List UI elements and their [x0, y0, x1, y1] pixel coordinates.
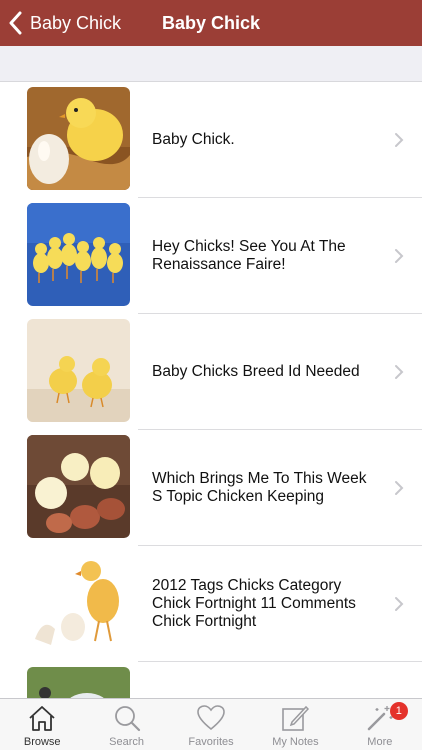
- screen: Baby Chick Baby Chick Baby Chick. Hey Ch…: [0, 0, 422, 750]
- tab-more[interactable]: 1 More: [338, 699, 422, 750]
- home-icon: [29, 706, 55, 731]
- thumbnail-image: [27, 203, 130, 306]
- thumbnail-image: [27, 87, 130, 190]
- tab-browse[interactable]: Browse: [0, 699, 84, 750]
- chevron-right-icon: [395, 365, 404, 379]
- chevron-right-icon: [395, 481, 404, 495]
- notification-badge: 1: [389, 702, 408, 720]
- navigation-bar: Baby Chick Baby Chick: [0, 0, 422, 46]
- page-title: Baby Chick: [161, 13, 261, 33]
- tab-browse-label: Browse: [23, 736, 61, 748]
- tab-my-notes[interactable]: My Notes: [253, 699, 337, 750]
- notes-icon: [282, 705, 310, 731]
- thumbnail-image: [27, 435, 130, 538]
- tab-favorites-label: Favorites: [188, 736, 234, 748]
- list-item[interactable]: Baby Chick.: [0, 82, 422, 198]
- list-item-title: Baby Chick.: [152, 131, 235, 148]
- tab-more-label: More: [367, 736, 393, 748]
- search-icon: [114, 706, 140, 732]
- tab-search[interactable]: Search: [84, 699, 168, 750]
- tab-favorites[interactable]: Favorites: [169, 699, 253, 750]
- chevron-right-icon: [395, 133, 404, 147]
- tab-my-notes-label: My Notes: [272, 736, 319, 748]
- list-item-title: 2012 Tags Chicks Category Chick Fortnigh…: [152, 577, 356, 630]
- list-item[interactable]: Baby Chicks Breed Id Needed: [0, 314, 422, 430]
- list-item[interactable]: Which Brings Me To This Week S Topic Chi…: [0, 430, 422, 546]
- thumbnail-image: [27, 551, 130, 654]
- list-item-title: Baby Chicks Breed Id Needed: [152, 363, 360, 380]
- tab-bar: Browse Search Favorites My Notes 1 More: [0, 698, 422, 750]
- thumbnail-image: [27, 319, 130, 422]
- list-item[interactable]: Hey Chicks! See You At The Renaissance F…: [0, 198, 422, 314]
- list-item-title: Hey Chicks! See You At The Renaissance F…: [152, 238, 346, 273]
- list-item[interactable]: 2012 Tags Chicks Category Chick Fortnigh…: [0, 546, 422, 662]
- list-item-title: Which Brings Me To This Week S Topic Chi…: [152, 470, 367, 505]
- tab-search-label: Search: [109, 736, 145, 748]
- heart-icon: [197, 705, 225, 731]
- chevron-right-icon: [395, 249, 404, 263]
- article-list: Baby Chick. Hey Chicks! See You At The R…: [0, 82, 422, 750]
- chevron-right-icon: [395, 597, 404, 611]
- header-band: [0, 46, 422, 82]
